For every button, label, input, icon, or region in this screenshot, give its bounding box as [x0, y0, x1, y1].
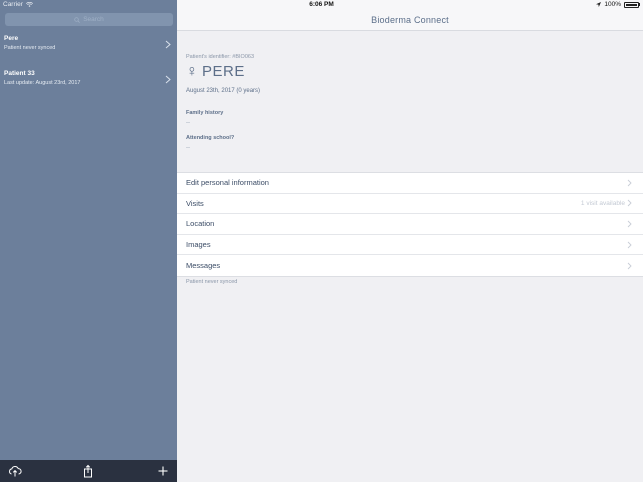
status-right: 100%: [596, 1, 640, 8]
menu-item-location[interactable]: Location: [177, 214, 643, 235]
attending-school-value: --: [186, 145, 190, 151]
search-icon: [74, 16, 81, 23]
search-placeholder: Search: [83, 16, 104, 23]
battery-percent: 100%: [604, 1, 621, 8]
female-icon: ♀: [186, 62, 198, 80]
patient-name-heading: PERE: [202, 63, 245, 80]
chevron-right-icon: [627, 262, 632, 269]
battery-icon: [624, 1, 639, 8]
patient-name: Pere: [4, 35, 19, 42]
patient-name-row: ♀ PERE: [186, 63, 245, 80]
family-history-label: Family history: [186, 110, 224, 116]
patient-name: Patient 33: [4, 70, 35, 77]
chevron-right-icon: [627, 220, 632, 228]
chevron-right-icon: [627, 179, 632, 187]
visits-count: 1 visit available: [580, 199, 625, 207]
menu-item-edit-personal-information[interactable]: Edit personal information: [177, 173, 643, 194]
page-title: Bioderma Connect: [371, 15, 449, 25]
cloud-upload-icon[interactable]: [8, 464, 22, 478]
patient-birth-date: August 23th, 2017 (0 years): [186, 88, 261, 94]
patient-list-item[interactable]: Patient 33 Last update: August 23rd, 201…: [0, 70, 177, 94]
patient-menu: Edit personal information Visits 1 visit…: [177, 172, 643, 277]
menu-item-label: Visits: [186, 198, 204, 208]
family-history-value: --: [186, 120, 190, 126]
menu-item-label: Images: [186, 240, 211, 250]
menu-item-messages[interactable]: Messages: [177, 255, 643, 276]
menu-item-visits[interactable]: Visits 1 visit available: [177, 194, 643, 215]
patient-identifier: Patient's identifier: #BIO063: [186, 54, 255, 60]
patient-subtitle: Last update: August 23rd, 2017: [4, 80, 81, 86]
sidebar: Search Pere Patient never synced Patient…: [0, 0, 177, 482]
chevron-right-icon: [165, 40, 171, 49]
menu-item-label: Edit personal information: [186, 178, 269, 188]
menu-item-label: Location: [186, 219, 215, 229]
sidebar-toolbar: [0, 460, 177, 482]
location-arrow-icon: [596, 2, 602, 7]
share-icon[interactable]: [81, 464, 95, 478]
add-icon[interactable]: [156, 464, 170, 478]
attending-school-label: Attending school?: [186, 135, 235, 141]
patient-list-item[interactable]: Pere Patient never synced: [0, 35, 177, 59]
chevron-right-icon: [627, 200, 632, 207]
patient-subtitle: Patient never synced: [4, 45, 56, 51]
menu-item-images[interactable]: Images: [177, 235, 643, 256]
status-bar: Carrier 6:06 PM 100%: [0, 0, 643, 11]
menu-item-label: Messages: [186, 261, 221, 271]
chevron-right-icon: [165, 75, 171, 84]
chevron-right-icon: [627, 241, 632, 248]
status-time: 6:06 PM: [309, 1, 334, 8]
sync-status-note: Patient never synced: [186, 279, 238, 285]
search-input[interactable]: Search: [5, 13, 173, 26]
